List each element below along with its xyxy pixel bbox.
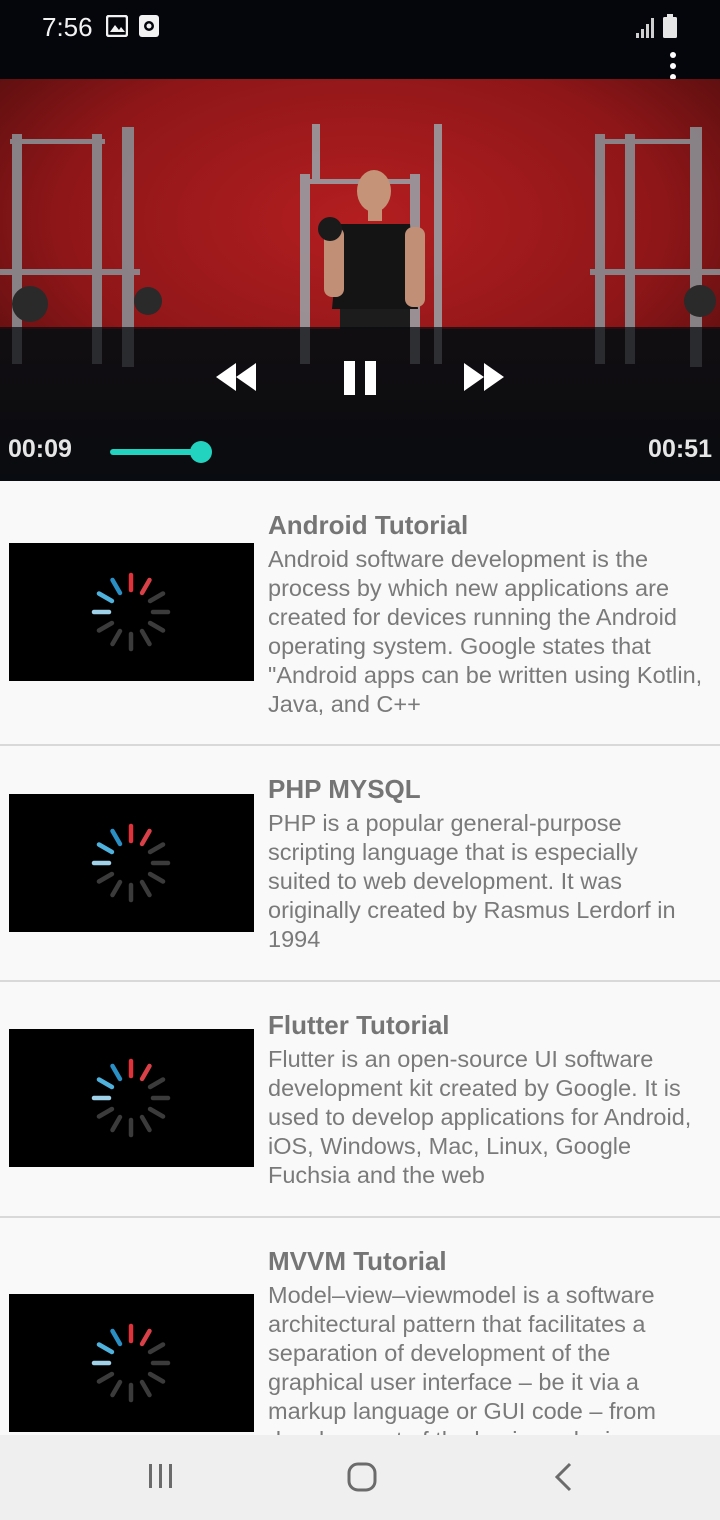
spinner-spoke <box>110 1328 123 1347</box>
spinner-spoke <box>96 1077 115 1090</box>
spinner-spoke <box>147 620 166 633</box>
spinner-spoke <box>147 871 166 884</box>
video-title: Flutter Tutorial <box>268 1010 450 1040</box>
spinner-spoke <box>96 620 115 633</box>
video-thumbnail[interactable] <box>9 543 254 681</box>
seek-bar-progress[interactable] <box>110 449 202 455</box>
video-list[interactable]: Android Tutorial Android software develo… <box>0 481 720 1435</box>
rewind-icon[interactable] <box>212 359 260 395</box>
video-description: PHP is a popular general-purpose scripti… <box>268 810 676 952</box>
spinner-spoke <box>96 591 115 604</box>
spinner-spoke <box>96 871 115 884</box>
more-vert-icon[interactable] <box>668 52 678 80</box>
spinner-spoke <box>147 1371 166 1384</box>
video-description: Flutter is an open-source UI software de… <box>268 1046 692 1188</box>
spinner-spoke <box>110 577 123 596</box>
spinner-spoke <box>139 1328 152 1347</box>
status-bar: 7:56 <box>0 0 720 80</box>
spinner-spoke <box>96 1106 115 1119</box>
list-item-mvvm[interactable]: MVVM Tutorial Model–view–viewmodel is a … <box>0 1218 720 1435</box>
recents-icon[interactable] <box>146 1461 176 1491</box>
spinner-spoke <box>96 842 115 855</box>
fast-forward-icon[interactable] <box>460 359 508 395</box>
video-description: Android software development is the proc… <box>268 546 703 717</box>
gallery-icon <box>106 15 128 37</box>
video-description: Model–view–viewmodel is a software archi… <box>268 1282 656 1435</box>
spinner-spoke <box>96 1342 115 1355</box>
status-time: 7:56 <box>42 12 93 42</box>
camera-record-icon <box>139 15 159 37</box>
video-title: MVVM Tutorial <box>268 1246 447 1276</box>
spinner-spoke <box>147 1077 166 1090</box>
spinner-spoke <box>96 1371 115 1384</box>
current-time: 00:09 <box>8 435 72 463</box>
video-title: PHP MYSQL <box>268 774 421 804</box>
spinner-spoke <box>110 1379 123 1398</box>
spinner-spoke <box>139 828 152 847</box>
spinner-spoke <box>139 628 152 647</box>
video-thumbnail[interactable] <box>9 1294 254 1432</box>
video-thumbnail[interactable] <box>9 1029 254 1167</box>
spinner-spoke <box>110 1114 123 1133</box>
pause-icon[interactable] <box>340 359 380 397</box>
total-time: 00:51 <box>648 435 712 463</box>
spinner-spoke <box>110 879 123 898</box>
spinner-spoke <box>110 828 123 847</box>
spinner-spoke <box>147 842 166 855</box>
loading-spinner-icon <box>91 823 171 903</box>
spinner-spoke <box>139 1114 152 1133</box>
list-item-php[interactable]: PHP MYSQL PHP is a popular general-purpo… <box>0 746 720 982</box>
loading-spinner-icon <box>91 1058 171 1138</box>
spinner-spoke <box>139 879 152 898</box>
seek-bar-thumb[interactable] <box>190 441 212 463</box>
spinner-spoke <box>139 577 152 596</box>
spinner-spoke <box>110 628 123 647</box>
navigation-bar <box>0 1435 720 1520</box>
spinner-spoke <box>147 591 166 604</box>
back-icon[interactable] <box>552 1461 576 1493</box>
spinner-spoke <box>139 1063 152 1082</box>
list-item-android[interactable]: Android Tutorial Android software develo… <box>0 481 720 746</box>
spinner-spoke <box>147 1106 166 1119</box>
player-controls: 00:09 00:51 <box>0 327 720 481</box>
spinner-spoke <box>110 1063 123 1082</box>
signal-icon <box>636 18 654 38</box>
home-icon[interactable] <box>346 1461 378 1493</box>
spinner-spoke <box>139 1379 152 1398</box>
video-player[interactable]: 00:09 00:51 <box>0 79 720 481</box>
battery-icon <box>663 14 677 38</box>
loading-spinner-icon <box>91 572 171 652</box>
video-title: Android Tutorial <box>268 510 469 540</box>
video-thumbnail[interactable] <box>9 794 254 932</box>
list-item-flutter[interactable]: Flutter Tutorial Flutter is an open-sour… <box>0 982 720 1218</box>
spinner-spoke <box>147 1342 166 1355</box>
loading-spinner-icon <box>91 1323 171 1403</box>
